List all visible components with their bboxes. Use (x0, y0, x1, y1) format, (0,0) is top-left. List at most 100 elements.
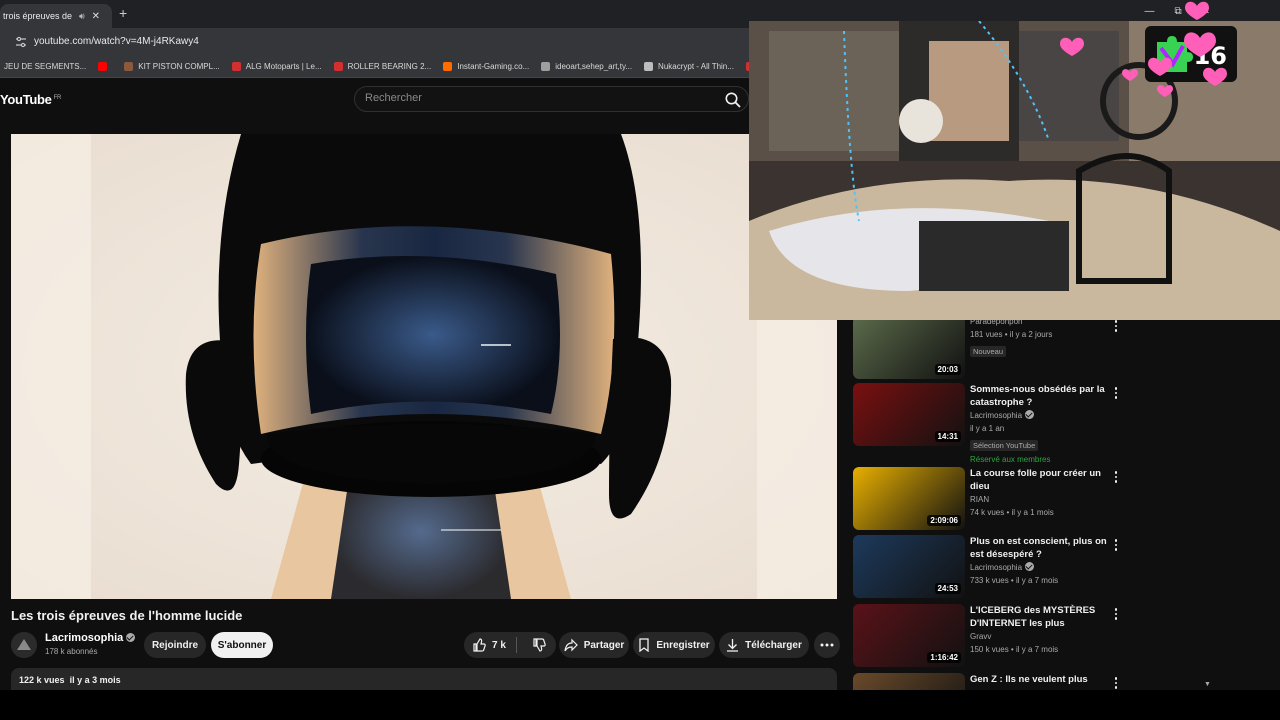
related-channel-name: RIAN (970, 495, 990, 504)
related-thumbnail[interactable]: 14:31 (853, 383, 965, 446)
share-label: Partager (583, 639, 625, 651)
related-title[interactable]: L'ICEBERG des MYSTÈRES D'INTERNET les pl… (970, 604, 1110, 630)
new-tab-icon[interactable]: + (119, 5, 127, 21)
youtube-logo[interactable]: YouTube FR (0, 92, 61, 107)
subscriber-count: 178 k abonnés (45, 647, 98, 656)
more-vertical-icon[interactable] (1114, 677, 1118, 690)
bookmark-favicon-icon (644, 62, 654, 71)
video-duration: 14:31 (934, 431, 961, 442)
bookmark-label: KIT PISTON COMPL... (138, 62, 220, 71)
related-meta: Plus on est conscient, plus on est déses… (970, 535, 1110, 587)
region-code: FR (53, 94, 62, 101)
related-stats: 181 vues • il y a 2 jours (970, 330, 1053, 339)
upload-age: il y a 3 mois (69, 675, 121, 685)
related-channel-name: Lacrimosophia (970, 411, 1023, 420)
speaker-icon[interactable]: 🔊︎ (79, 11, 85, 22)
download-icon (727, 639, 739, 652)
bookmark-label: Nukacrypt - All Thin... (658, 62, 734, 71)
search-input[interactable] (365, 92, 705, 104)
more-vertical-icon[interactable] (1114, 320, 1118, 334)
view-count: 122 k vues (19, 675, 65, 685)
url-field[interactable]: youtube.com/watch?v=4M-j4RKawy4 (34, 36, 199, 47)
description-box[interactable]: 122 k vues il y a 3 mois (11, 668, 837, 690)
related-channel-name: Lacrimosophia (970, 563, 1023, 572)
bookmark-item[interactable]: ROLLER BEARING 2... (333, 62, 431, 71)
download-label: Télécharger (745, 639, 802, 651)
share-button[interactable]: Partager (559, 632, 629, 658)
video-duration: 20:03 (934, 364, 961, 375)
channel-avatar[interactable] (11, 632, 37, 658)
related-thumbnail[interactable] (853, 673, 965, 690)
bookmark-item[interactable]: JEU DE SEGMENTS... (4, 62, 86, 71)
more-vertical-icon[interactable] (1114, 471, 1118, 485)
related-channel-name: Gravv (970, 632, 992, 641)
save-button[interactable]: Enregistrer (633, 632, 715, 658)
related-stats: il y a 1 an (970, 424, 1005, 433)
more-vertical-icon[interactable] (1114, 387, 1118, 401)
related-title[interactable]: Gen Z : Ils ne veulent plus (970, 673, 1110, 686)
bookmark-label: Instant-Gaming.co... (457, 62, 530, 71)
related-thumbnail[interactable]: 1:16:42 (853, 604, 965, 667)
related-thumbnail[interactable]: 2:09:06 (853, 467, 965, 530)
tab-title: trois épreuves de l'h (3, 11, 75, 21)
bookmark-favicon-icon (231, 62, 241, 71)
browser-tab[interactable]: trois épreuves de l'h 🔊︎ ✕ (0, 4, 112, 28)
related-title[interactable]: Plus on est conscient, plus on est déses… (970, 535, 1110, 561)
related-badge: Nouveau (970, 346, 1007, 357)
share-icon (564, 638, 578, 652)
bookmark-item[interactable] (98, 62, 112, 71)
bookmark-label: ALG Motoparts | Le... (245, 62, 322, 71)
bookmark-item[interactable]: Nukacrypt - All Thin... (644, 62, 734, 71)
members-only-label: Réservé aux membres (970, 455, 1051, 464)
thumbs-down-icon (533, 638, 546, 652)
related-channel[interactable]: Lacrimosophia (970, 409, 1110, 422)
site-settings-icon[interactable] (15, 36, 27, 48)
bookmark-label: JEU DE SEGMENTS... (4, 62, 87, 71)
related-channel[interactable]: RIAN (970, 493, 1110, 506)
bookmark-favicon-icon (333, 62, 343, 71)
search-box (354, 86, 749, 112)
bookmark-favicon-icon (541, 62, 551, 71)
bookmark-item[interactable]: ALG Motoparts | Le... (231, 62, 322, 71)
bookmark-item[interactable]: KIT PISTON COMPL... (124, 62, 220, 71)
puzzle-icon (1157, 36, 1193, 72)
more-vertical-icon[interactable] (1114, 539, 1118, 553)
thumbs-up-icon (473, 638, 486, 652)
related-thumbnail[interactable]: 20:03 (853, 316, 965, 379)
related-stats: 74 k vues • il y a 1 mois (970, 508, 1054, 517)
channel-name-text: Lacrimosophia (45, 632, 124, 644)
channel-name[interactable]: Lacrimosophia (45, 632, 136, 644)
related-thumbnail[interactable]: 24:53 (853, 535, 965, 598)
scroll-down-icon[interactable]: ▼ (1204, 681, 1211, 688)
dislike-button[interactable] (521, 632, 557, 658)
close-tab-icon[interactable]: ✕ (92, 11, 100, 22)
close-window-icon[interactable]: ✕ (1202, 6, 1210, 17)
related-meta: Gen Z : Ils ne veulent plus (970, 673, 1110, 686)
bookmark-favicon-icon (443, 62, 453, 71)
logo-text: YouTube (0, 92, 52, 107)
minimize-icon[interactable]: — (1144, 6, 1154, 17)
more-vertical-icon[interactable] (1114, 608, 1118, 622)
bookmark-label: ideoart,sehep_art,ty... (555, 62, 633, 71)
related-title[interactable]: La course folle pour créer un dieu (970, 467, 1110, 493)
related-meta: L'ICEBERG des MYSTÈRES D'INTERNET les pl… (970, 604, 1110, 656)
like-count: 7 k (492, 639, 506, 651)
more-horizontal-icon (820, 643, 834, 647)
window-controls: — ⧉ ✕ (1144, 6, 1210, 17)
download-button[interactable]: Télécharger (719, 632, 809, 658)
related-stats: 733 k vues • il y a 7 mois (970, 576, 1059, 585)
related-channel[interactable]: Gravv (970, 630, 1110, 643)
related-stats: 150 k vues • il y a 7 mois (970, 645, 1059, 654)
join-button[interactable]: Rejoindre (144, 632, 206, 658)
subscribe-button[interactable]: S'abonner (211, 632, 273, 658)
restore-icon[interactable]: ⧉ (1174, 6, 1181, 17)
related-channel[interactable]: Lacrimosophia (970, 561, 1110, 574)
video-duration: 2:09:06 (927, 515, 961, 526)
bookmark-item[interactable]: ideoart,sehep_art,ty... (541, 62, 632, 71)
video-player[interactable] (11, 134, 837, 599)
related-meta: La course folle pour créer un dieu RIAN 74… (970, 467, 1110, 519)
bookmark-item[interactable]: Instant-Gaming.co... (443, 62, 529, 71)
search-icon[interactable] (724, 91, 742, 109)
more-actions-button[interactable] (814, 632, 840, 658)
related-title[interactable]: Sommes-nous obsédés par la catastrophe ? (970, 383, 1110, 409)
